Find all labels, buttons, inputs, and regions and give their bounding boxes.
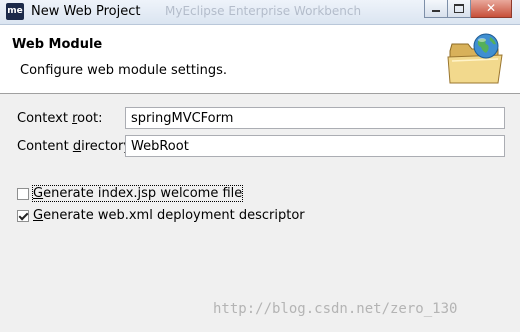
content-directory-input[interactable]: [125, 135, 505, 157]
page-description: Configure web module settings.: [20, 63, 227, 78]
generate-index-label[interactable]: Generate index.jsp welcome file: [31, 185, 244, 202]
context-root-input[interactable]: [125, 107, 505, 129]
wizard-header: Web Module Configure web module settings…: [0, 25, 520, 94]
window-title: New Web Project: [31, 4, 141, 19]
generate-index-checkbox[interactable]: [17, 187, 29, 200]
generate-webxml-label[interactable]: Generate web.xml deployment descriptor: [33, 208, 305, 223]
maximize-icon: [454, 4, 464, 13]
close-icon: ✕: [485, 1, 497, 15]
minimize-icon: [432, 10, 440, 12]
window-controls: ✕: [424, 0, 512, 18]
watermark-text: http://blog.csdn.net/zero_130: [213, 301, 458, 317]
myeclipse-app-icon: me: [6, 3, 24, 20]
page-title: Web Module: [12, 37, 103, 52]
minimize-button[interactable]: [424, 0, 448, 18]
background-window-title: MyEclipse Enterprise Workbench: [165, 4, 362, 18]
context-root-label: Context root:: [17, 111, 103, 126]
content-directory-label: Content directory:: [17, 139, 135, 154]
generate-index-option[interactable]: Generate index.jsp welcome file: [17, 185, 244, 202]
title-bar: me New Web Project MyEclipse Enterprise …: [0, 0, 520, 25]
folder-globe-icon: [447, 33, 503, 84]
generate-webxml-checkbox[interactable]: [17, 209, 29, 222]
generate-webxml-option[interactable]: Generate web.xml deployment descriptor: [17, 208, 305, 223]
maximize-button[interactable]: [448, 0, 471, 18]
close-button[interactable]: ✕: [471, 0, 512, 18]
